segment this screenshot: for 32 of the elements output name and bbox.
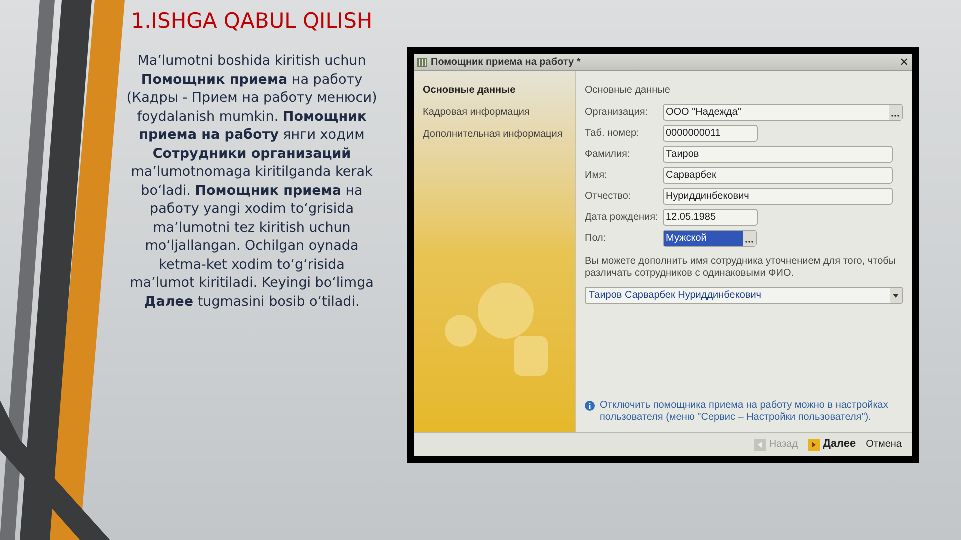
close-button[interactable]: ✕ <box>900 56 909 68</box>
window-title: Помощник приема на работу * <box>431 56 581 70</box>
field-label: Отчество: <box>585 190 632 204</box>
window-icon <box>417 58 427 66</box>
ellipsis-icon[interactable] <box>889 105 902 120</box>
nav-item[interactable]: Дополнительная информация <box>423 127 575 142</box>
input-field[interactable]: 12.05.1985 <box>663 209 758 226</box>
slide-title: 1.ISHGA QABUL QILISH <box>131 8 373 35</box>
input-field[interactable]: 0000000011 <box>663 125 758 142</box>
hint-text: Вы можете дополнить имя сотрудника уточнением для того, чтобы различать сотрудников с одинаковыми ФИО. <box>585 256 898 280</box>
info-icon <box>585 401 595 411</box>
nav-item[interactable]: Основные данные <box>423 83 575 98</box>
field-label: Таб. номер: <box>585 127 640 141</box>
nav-item[interactable]: Кадровая информация <box>423 105 575 120</box>
field-label: Дата рождения: <box>585 211 660 225</box>
input-field[interactable]: Таиров <box>663 146 893 163</box>
dialog-button[interactable]: Отмена <box>864 437 904 452</box>
dropdown-value: Таиров Сарварбек Нуриддинбекович <box>589 289 762 303</box>
input-field[interactable]: Нуриддинбекович <box>663 188 893 205</box>
input-field[interactable]: Мужской <box>663 230 757 247</box>
field-label: Организация: <box>585 106 650 120</box>
input-field[interactable]: ООО "Надежда" <box>663 104 903 121</box>
field-label: Пол: <box>585 232 608 246</box>
field-label: Фамилия: <box>585 148 632 162</box>
ellipsis-icon[interactable] <box>743 231 756 246</box>
section-title: Основные данные <box>585 84 672 98</box>
body-paragraph: Ma’lumotni boshida kiritish uchun Помощник приема на работу (Кадры - Прием на работу менюси) foydalanish mumkin. Помощник приема на работу янги ходим Сотрудники организаций ma’lumotnomaga kiritilganda kerak bo‘ladi. Помощник приема на работу yangi xodim to‘grisida ma’lumotni tez kiritish uchun mo‘ljallangan. Ochilgan oynada ketma-ket xodim to‘g‘risida ma’lumot kiritiladi. Keyingi bo‘limga Далее tugmasini bosib o‘tiladi. <box>126 52 378 311</box>
info-text: Отключить помощника приема на работу можно в настройках пользователя (меню "Сервис – Настройки пользователя"). <box>600 400 890 424</box>
full-name-dropdown[interactable]: Таиров Сарварбек Нуриддинбекович <box>585 287 903 304</box>
input-field[interactable]: Сарварбек <box>663 167 893 184</box>
dialog-button[interactable]: Далее <box>806 436 858 453</box>
field-label: Имя: <box>585 169 608 183</box>
